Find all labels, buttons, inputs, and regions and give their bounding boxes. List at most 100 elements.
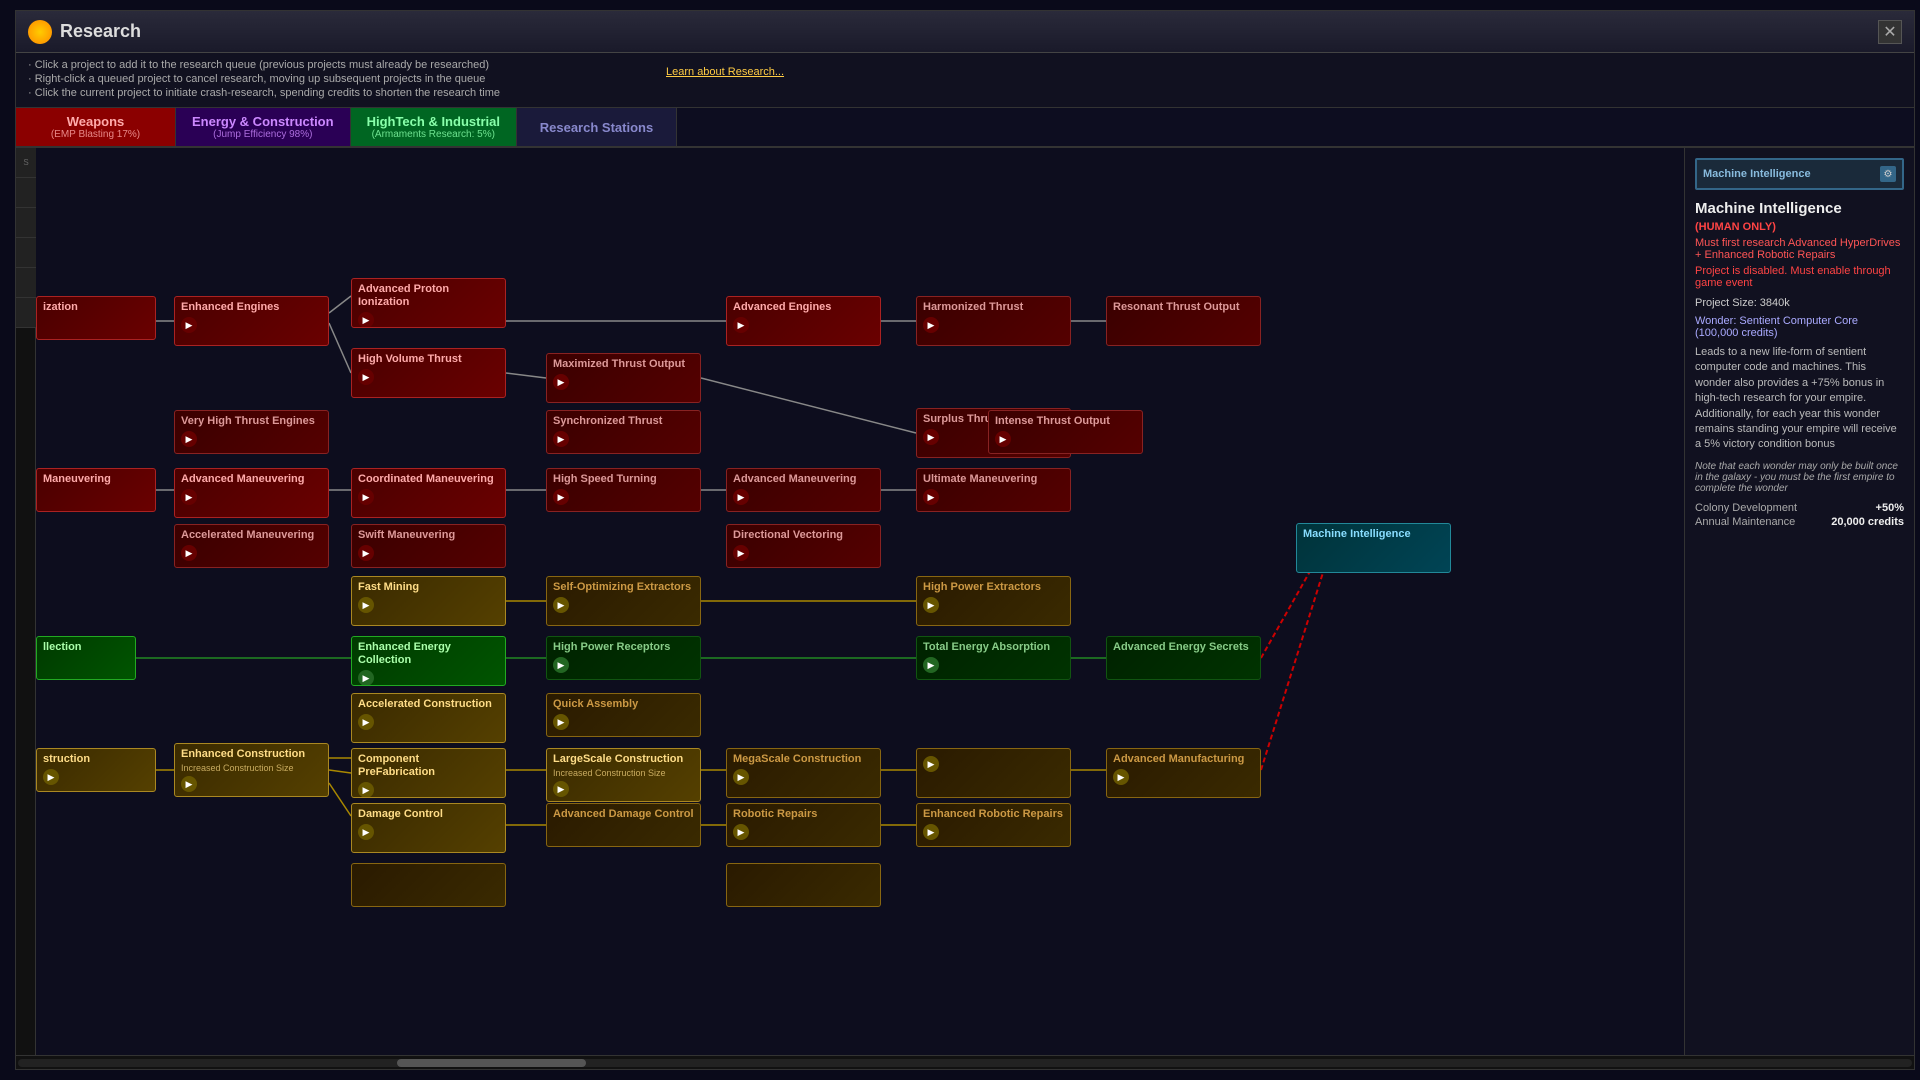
node-directional-vectoring[interactable]: Directional Vectoring▶ [726,524,881,568]
node-adv-maneuvering-1[interactable]: Advanced Maneuvering▶ [174,468,329,518]
bonus-value-0: +50% [1876,502,1904,514]
node-icon-self-opt-extractors: ▶ [553,597,569,613]
tab-hightech[interactable]: HighTech & Industrial (Armaments Researc… [351,108,517,146]
tab-bar: Weapons (EMP Blasting 17%) Energy & Cons… [16,108,1914,148]
node-icons-fast-mining: ▶ [358,597,499,613]
node-coordinated-maneuvering[interactable]: Coordinated Maneuvering▶ [351,468,506,518]
node-robotic-repairs[interactable]: Robotic Repairs ▶ [726,803,881,847]
bottom-scrollbar[interactable] [16,1055,1914,1069]
node-mega2[interactable]: ▶ [916,748,1071,798]
node-icons-adv-maneuvering-2: ▶ [733,489,874,505]
node-adv-damage-control[interactable]: Advanced Damage Control [546,803,701,847]
node-label-adv-engines-2: Advanced Engines [733,301,874,314]
wonder-value: Wonder: Sentient Computer Core (100,000 … [1695,315,1858,339]
node-harmonized-thrust[interactable]: Harmonized Thrust▶ [916,296,1071,346]
node-machine-intel-node[interactable]: Machine Intelligence [1296,523,1451,573]
node-damage-control[interactable]: Damage Control▶ [351,803,506,853]
node-icons-accel-construction: ▶ [358,714,499,730]
detail-desc: Leads to a new life-form of sentient com… [1695,345,1904,453]
side-icon-5[interactable] [16,268,36,298]
tab-weapons[interactable]: Weapons (EMP Blasting 17%) [16,108,176,146]
node-label-robotic-repairs: Robotic Repairs [733,808,874,821]
node-mega-scale-const[interactable]: MegaScale Construction▶ [726,748,881,798]
node-adv-engines-2[interactable]: Advanced Engines ▶ [726,296,881,346]
node-total-energy-absorb[interactable]: Total Energy Absorption▶ [916,636,1071,680]
tab-weapons-sub: (EMP Blasting 17%) [51,129,140,140]
node-icons-enhanced-robotic-rep: ▶ [923,824,1064,840]
side-icon-1[interactable]: S [16,148,36,178]
node-accel-construction[interactable]: Accelerated Construction ▶ [351,693,506,743]
node-high-power-recept[interactable]: High Power Receptors▶ [546,636,701,680]
node-mystery2[interactable] [726,863,881,907]
node-label-mega-scale-const: MegaScale Construction [733,753,874,766]
node-icons-damage-control: ▶ [358,824,499,840]
node-large-scale-const[interactable]: LargeScale ConstructionIncreased Constru… [546,748,701,802]
node-advanced-proton-ion[interactable]: Advanced Proton Ionization▶ [351,278,506,328]
scrollbar-thumb[interactable] [397,1059,586,1067]
detail-prereq: Must first research Advanced HyperDrives… [1695,237,1904,261]
node-label-adv-energy-secrets: Advanced Energy Secrets [1113,641,1254,654]
instruction-1: · Click a project to add it to the resea… [28,59,1902,71]
side-icon-6[interactable] [16,298,36,328]
node-label-adv-maneuvering-2: Advanced Maneuvering [733,473,874,486]
machine-intel-mini-card[interactable]: Machine Intelligence ⚙ [1695,158,1904,190]
node-high-power-extractors[interactable]: High Power Extractors▶ [916,576,1071,626]
node-icon-adv-maneuvering-2: ▶ [733,489,749,505]
node-icon-directional-vectoring: ▶ [733,545,749,561]
node-enhanced-robotic-rep[interactable]: Enhanced Robotic Repairs▶ [916,803,1071,847]
node-label-intense-thrust: Intense Thrust Output [995,415,1136,428]
node-icons-total-energy-absorb: ▶ [923,657,1064,673]
node-label-enhanced-engines: Enhanced Engines [181,301,322,314]
node-high-speed-turning[interactable]: High Speed Turning▶ [546,468,701,512]
node-adv-maneuvering-2[interactable]: Advanced Maneuvering ▶ [726,468,881,512]
node-enhanced-energy-coll[interactable]: Enhanced Energy Collection▶ [351,636,506,686]
node-accel-maneuvering[interactable]: Accelerated Maneuvering▶ [174,524,329,568]
node-label-harmonized-thrust: Harmonized Thrust [923,301,1064,314]
node-self-opt-extractors[interactable]: Self-Optimizing Extractors▶ [546,576,701,626]
node-icons-robotic-repairs: ▶ [733,824,874,840]
node-icon-mega2: ▶ [923,756,939,772]
node-ization[interactable]: ization [36,296,156,340]
detail-panel: Machine Intelligence ⚙ Machine Intellige… [1684,148,1914,1055]
detail-title: Machine Intelligence [1695,200,1904,217]
node-ultimate-maneuvering[interactable]: Ultimate Maneuvering▶ [916,468,1071,512]
side-icon-4[interactable] [16,238,36,268]
side-icon-3[interactable] [16,208,36,238]
detail-size: Project Size: 3840k [1695,297,1904,309]
node-mystery1[interactable] [351,863,506,907]
close-button[interactable]: ✕ [1878,20,1902,44]
learn-link[interactable]: Learn about Research... [666,66,784,78]
node-adv-manufacturing[interactable]: Advanced Manufacturing▶ [1106,748,1261,798]
node-adv-energy-secrets[interactable]: Advanced Energy Secrets [1106,636,1261,680]
tab-stations[interactable]: Research Stations [517,108,677,146]
node-icon-very-high-thrust: ▶ [181,431,197,447]
node-intense-thrust[interactable]: Intense Thrust Output▶ [988,410,1143,454]
side-icon-2[interactable] [16,178,36,208]
node-resonant-thrust[interactable]: Resonant Thrust Output [1106,296,1261,346]
node-fast-mining[interactable]: Fast Mining▶ [351,576,506,626]
node-icon-adv-engines-2: ▶ [733,317,749,333]
node-icon-high-speed-turning: ▶ [553,489,569,505]
node-swift-maneuvering[interactable]: Swift Maneuvering▶ [351,524,506,568]
node-icon-enhanced-engines: ▶ [181,317,197,333]
node-very-high-thrust[interactable]: Very High Thrust Engines▶ [174,410,329,454]
node-label-enhanced-construction: Enhanced Construction [181,748,322,761]
node-icons-advanced-proton-ion: ▶ [358,312,499,328]
node-icon-swift-maneuvering: ▶ [358,545,374,561]
node-label-machine-intel-node: Machine Intelligence [1303,528,1444,541]
node-label-coordinated-maneuvering: Coordinated Maneuvering [358,473,499,486]
node-struction[interactable]: struction▶ [36,748,156,792]
node-enhanced-construction[interactable]: Enhanced ConstructionIncreased Construct… [174,743,329,797]
node-component-prefab[interactable]: Component PreFabrication▶ [351,748,506,798]
node-maximized-thrust[interactable]: Maximized Thrust Output▶ [546,353,701,403]
node-sync-thrust[interactable]: Synchronized Thrust▶ [546,410,701,454]
node-label-accel-construction: Accelerated Construction [358,698,499,711]
node-label-llection: llection [43,641,129,654]
tab-energy[interactable]: Energy & Construction (Jump Efficiency 9… [176,108,351,146]
node-quick-assembly[interactable]: Quick Assembly▶ [546,693,701,737]
node-llection[interactable]: llection [36,636,136,680]
node-high-volume-thrust[interactable]: High Volume Thrust▶ [351,348,506,398]
node-enhanced-engines[interactable]: Enhanced Engines ▶ [174,296,329,346]
node-maneuvering[interactable]: Maneuvering [36,468,156,512]
research-tree-area[interactable]: izationEnhanced Engines▶Advanced Proton … [36,148,1684,1055]
